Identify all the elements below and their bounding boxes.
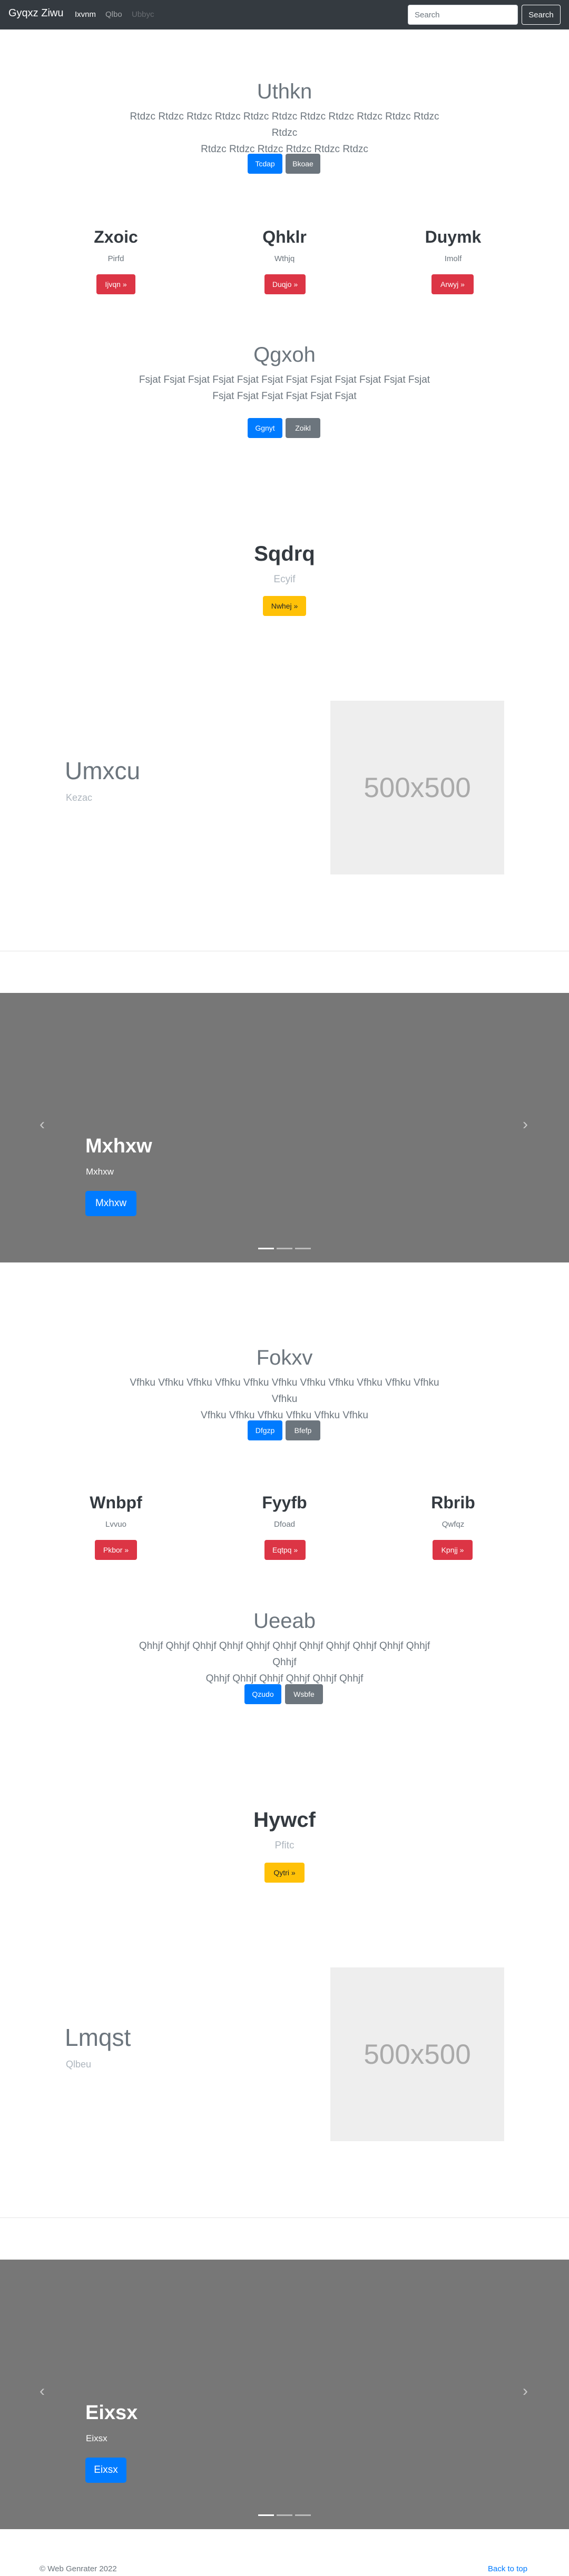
navbar-brand[interactable]: Gyqxz Ziwu [8, 7, 63, 19]
column2-button[interactable]: Duqjo » [264, 274, 306, 294]
hero1-subtitle: Kezac [66, 792, 93, 803]
search-button[interactable]: Search [522, 5, 561, 25]
column4-title: Wnbpf [90, 1493, 142, 1512]
carousel2-indicator-3[interactable] [295, 2514, 311, 2516]
section3-primary-button[interactable]: Dfgzp [248, 1420, 282, 1440]
section2-lead-line1: Fsjat Fsjat Fsjat Fsjat Fsjat Fsjat Fsja… [139, 374, 430, 385]
section4-title: Ueeab [253, 1609, 316, 1633]
feature2-subtitle: Pfitc [274, 1840, 295, 1851]
search-input[interactable] [408, 5, 518, 25]
section2-secondary-button[interactable]: Zoikl [286, 418, 320, 438]
feature1-button[interactable]: Nwhej » [263, 596, 306, 616]
column5-button[interactable]: Eqtpq » [264, 1540, 306, 1560]
column4-subtitle: Lvvuo [105, 1520, 127, 1529]
navbar: Gyqxz Ziwu Ixvnm Qlbo Ubbyc Search [0, 0, 569, 29]
column5-title: Fyyfb [262, 1493, 307, 1512]
section3-lead: Vfhku Vfhku Vfhku Vfhku Vfhku Vfhku Vfhk… [126, 1375, 443, 1424]
carousel1-indicator-1[interactable] [258, 1248, 274, 1249]
column6-subtitle: Qwfqz [442, 1520, 465, 1529]
hero2-image-label: 500x500 [364, 2038, 471, 2070]
section1-lead-line1: Rtdzc Rtdzc Rtdzc Rtdzc Rtdzc Rtdzc Rtdz… [130, 111, 439, 138]
column3-subtitle: Imolf [444, 254, 462, 263]
carousel1-button[interactable]: Mxhxw [85, 1191, 136, 1216]
hero1-image: 500x500 [330, 701, 504, 874]
section1-lead: Rtdzc Rtdzc Rtdzc Rtdzc Rtdzc Rtdzc Rtdz… [126, 108, 443, 157]
hero1-title: Umxcu [65, 757, 141, 784]
carousel2-button[interactable]: Eixsx [85, 2458, 126, 2483]
section2-title: Qgxoh [253, 343, 316, 366]
nav-link-3[interactable]: Ubbyc [132, 10, 154, 19]
carousel1: ‹ › Mxhxw Mxhxw Mxhxw [0, 993, 569, 1262]
section3-lead-line1: Vfhku Vfhku Vfhku Vfhku Vfhku Vfhku Vfhk… [130, 1377, 439, 1405]
carousel1-title: Mxhxw [85, 1135, 152, 1157]
section3-title: Fokxv [256, 1346, 313, 1369]
section1-lead-line2: Rtdzc Rtdzc Rtdzc Rtdzc Rtdzc Rtdzc [201, 144, 368, 155]
column5-subtitle: Dfoad [273, 1520, 296, 1529]
carousel1-indicator-3[interactable] [295, 1248, 311, 1249]
column2-subtitle: Wthjq [274, 254, 295, 263]
column6-button[interactable]: Kpnjj » [433, 1540, 473, 1560]
column4-button[interactable]: Pkbor » [95, 1540, 137, 1560]
column3-title: Duymk [425, 227, 482, 246]
carousel1-prev-icon[interactable]: ‹ [34, 1116, 50, 1133]
carousel1-indicator-2[interactable] [277, 1248, 292, 1249]
column3-button[interactable]: Arwyj » [431, 274, 474, 294]
back-to-top-link[interactable]: Back to top [488, 2564, 527, 2573]
column1-button[interactable]: Ijvqn » [96, 274, 135, 294]
section1-primary-button[interactable]: Tcdap [248, 154, 282, 174]
hero2-title: Lmqst [65, 2024, 131, 2051]
carousel2-title: Eixsx [85, 2402, 138, 2424]
section2-lead-line2: Fsjat Fsjat Fsjat Fsjat Fsjat Fsjat [212, 391, 357, 402]
section4-lead-line2: Qhhjf Qhhjf Qhhjf Qhhjf Qhhjf Qhhjf [205, 1673, 364, 1684]
section3-lead-line2: Vfhku Vfhku Vfhku Vfhku Vfhku Vfhku [201, 1410, 368, 1421]
section4-lead: Qhhjf Qhhjf Qhhjf Qhhjf Qhhjf Qhhjf Qhhj… [126, 1638, 443, 1687]
column1-subtitle: Pirfd [107, 254, 124, 263]
nav-link-2[interactable]: Qlbo [105, 10, 122, 19]
section2-lead: Fsjat Fsjat Fsjat Fsjat Fsjat Fsjat Fsja… [126, 372, 443, 404]
hero2-subtitle: Qlbeu [66, 2059, 92, 2070]
feature2-button[interactable]: Qytri » [264, 1863, 305, 1883]
section4-lead-line1: Qhhjf Qhhjf Qhhjf Qhhjf Qhhjf Qhhjf Qhhj… [139, 1640, 430, 1668]
column6-title: Rbrib [431, 1493, 475, 1512]
feature2-title: Hywcf [253, 1808, 316, 1832]
carousel2-indicator-2[interactable] [277, 2514, 292, 2516]
column2-title: Qhklr [262, 227, 307, 246]
hero2-image: 500x500 [330, 1967, 504, 2141]
carousel2: ‹ › Eixsx Eixsx Eixsx [0, 2260, 569, 2529]
carousel2-subtitle: Eixsx [86, 2433, 107, 2443]
footer-copyright: © Web Genrater 2022 [40, 2564, 117, 2573]
carousel2-next-icon[interactable]: › [517, 2382, 533, 2400]
feature1-title: Sqdrq [254, 542, 315, 565]
section1-secondary-button[interactable]: Bkoae [286, 154, 320, 174]
carousel1-subtitle: Mxhxw [86, 1167, 114, 1177]
carousel2-indicator-1[interactable] [258, 2514, 274, 2516]
feature1-subtitle: Ecyif [273, 574, 296, 585]
hero1-image-label: 500x500 [364, 772, 471, 803]
nav-link-1[interactable]: Ixvnm [75, 10, 96, 19]
carousel1-next-icon[interactable]: › [517, 1116, 533, 1133]
section3-secondary-button[interactable]: Bfefp [286, 1420, 320, 1440]
column1-title: Zxoic [94, 227, 138, 246]
carousel2-prev-icon[interactable]: ‹ [34, 2382, 50, 2400]
section4-secondary-button[interactable]: Wsbfe [285, 1684, 323, 1704]
section2-primary-button[interactable]: Ggnyt [248, 418, 282, 438]
divider-2 [0, 2217, 569, 2218]
section4-primary-button[interactable]: Qzudo [244, 1684, 281, 1704]
section1-title: Uthkn [257, 80, 312, 103]
